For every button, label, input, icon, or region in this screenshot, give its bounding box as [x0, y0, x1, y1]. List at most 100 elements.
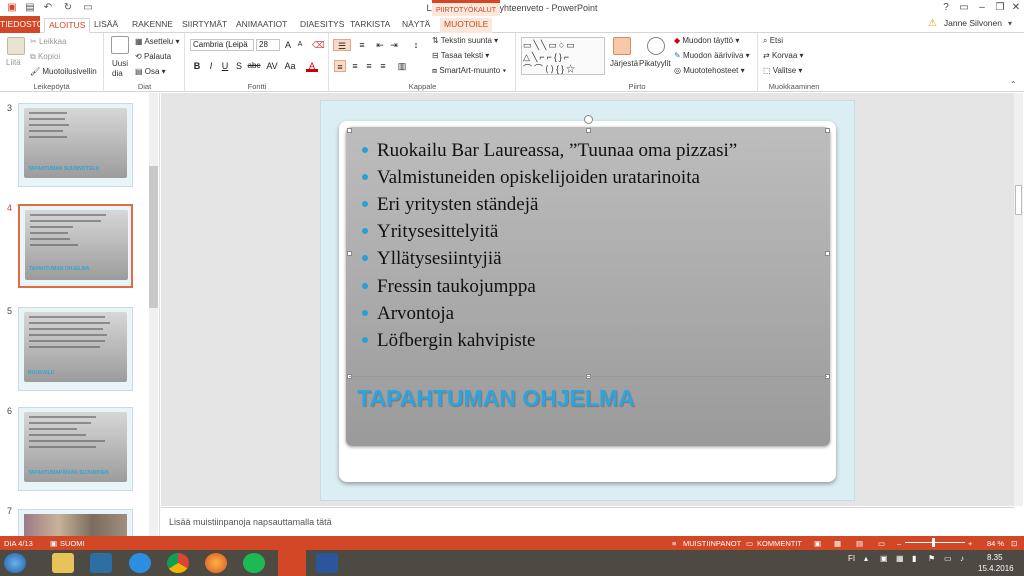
- close-button[interactable]: ✕: [1010, 2, 1022, 14]
- clock-time[interactable]: 8.35: [987, 553, 1003, 562]
- quick-styles-button[interactable]: Pikatyylit: [639, 59, 671, 68]
- font-size-dropdown[interactable]: 28: [256, 39, 280, 51]
- character-spacing-icon[interactable]: AV: [266, 60, 278, 72]
- quick-styles-icon[interactable]: [647, 37, 665, 55]
- thumbnails-scrollbar[interactable]: [149, 93, 158, 536]
- increase-indent-icon[interactable]: ⇥: [388, 39, 400, 51]
- numbering-icon[interactable]: ≡: [354, 39, 370, 51]
- tray-app-icon[interactable]: ▣: [880, 554, 888, 563]
- tab-insert[interactable]: LISÄÄ: [90, 18, 122, 33]
- keyboard-language[interactable]: FI: [848, 554, 855, 563]
- slide-title[interactable]: TAPAHTUMAN OHJELMA: [357, 385, 635, 412]
- change-case-icon[interactable]: Aa: [284, 60, 296, 72]
- comments-icon[interactable]: ▭: [746, 539, 753, 548]
- show-hidden-icons-icon[interactable]: ▴: [864, 554, 868, 563]
- canvas-scrollbar[interactable]: [1014, 93, 1023, 506]
- columns-icon[interactable]: ▥: [394, 60, 410, 72]
- slide-sorter-icon[interactable]: ▦: [834, 539, 841, 548]
- slide-thumbnail-4[interactable]: TAPAHTUMAN OHJELMA: [18, 204, 133, 288]
- decrease-indent-icon[interactable]: ⇤: [374, 39, 386, 51]
- normal-view-icon[interactable]: ▣: [814, 539, 821, 548]
- bullet-item[interactable]: Valmistuneiden opiskelijoiden uratarinoi…: [362, 167, 700, 189]
- italic-button[interactable]: I: [205, 60, 217, 72]
- bullet-item[interactable]: Yritysesittelyitä: [362, 221, 498, 243]
- shapes-gallery[interactable]: ▭╲╲▭○▭ △╲⌐⌐{}⌐ ⌒⌒⟨⟩{}☆: [521, 37, 605, 75]
- increase-font-icon[interactable]: A: [282, 39, 294, 51]
- resize-handle[interactable]: [347, 128, 352, 133]
- restore-button[interactable]: ❐: [994, 2, 1006, 14]
- reset-button[interactable]: ⟲ Palauta: [135, 52, 171, 61]
- bullets-icon[interactable]: ☰: [333, 39, 351, 51]
- chrome-icon[interactable]: [167, 553, 189, 573]
- bullet-item[interactable]: Eri yritysten ständejä: [362, 194, 538, 216]
- text-direction-button[interactable]: ⇅ Tekstin suunta ▾: [432, 36, 498, 45]
- language-indicator[interactable]: SUOMI: [60, 539, 85, 548]
- zoom-in-icon[interactable]: +: [968, 539, 972, 548]
- canvas-scroll-thumb[interactable]: [1015, 185, 1022, 215]
- help-button[interactable]: ?: [940, 2, 952, 14]
- bullet-item[interactable]: Ruokailu Bar Laureassa, ”Tuunaa oma pizz…: [362, 140, 737, 162]
- new-slide-dropdown[interactable]: dia: [112, 69, 123, 78]
- shape-outline-button[interactable]: ✎ Muodon ääriviiva ▾: [674, 51, 750, 60]
- new-slide-button[interactable]: Uusi: [112, 59, 128, 68]
- powerpoint-taskbar-icon[interactable]: [278, 550, 306, 576]
- notes-toggle-icon[interactable]: ≡: [672, 539, 676, 548]
- section-button[interactable]: ▤ Osa ▾: [135, 67, 166, 76]
- paste-button[interactable]: Liitä: [6, 58, 21, 67]
- minimize-button[interactable]: –: [976, 2, 988, 14]
- underline-button[interactable]: U: [219, 60, 231, 72]
- tray-window-icon[interactable]: ▦: [896, 554, 904, 563]
- notes-pane[interactable]: Lisää muistiinpanoja napsauttamalla tätä: [161, 507, 1014, 536]
- copy-button[interactable]: ⧉ Kopioi: [30, 52, 60, 62]
- line-spacing-icon[interactable]: ↕: [408, 39, 424, 51]
- arrange-icon[interactable]: [613, 37, 631, 55]
- tab-animations[interactable]: ANIMAATIOT: [232, 18, 291, 33]
- flag-icon[interactable]: ⚑: [928, 554, 935, 563]
- media-player-icon[interactable]: [90, 553, 112, 573]
- slide-thumbnail-6[interactable]: TAPAHTUMAPÄIVÄN SUJUMINEN: [18, 407, 133, 491]
- fit-to-window-icon[interactable]: ⊡: [1011, 539, 1017, 548]
- replace-button[interactable]: ⇄ Korvaa ▾: [763, 51, 804, 60]
- spotify-icon[interactable]: [243, 553, 265, 573]
- clock-date[interactable]: 15.4.2016: [978, 564, 1014, 573]
- find-button[interactable]: ⌕ Etsi: [763, 36, 783, 46]
- thumbnails-scroll-thumb[interactable]: [149, 166, 158, 308]
- rotate-handle-icon[interactable]: [584, 115, 593, 124]
- tab-slideshow[interactable]: DIAESITYS: [296, 18, 348, 33]
- new-slide-icon[interactable]: [111, 36, 129, 54]
- tab-format[interactable]: MUOTOILE: [440, 18, 493, 33]
- start-button-icon[interactable]: [4, 553, 26, 573]
- format-painter-button[interactable]: 🖌 Muotoilusivellin: [30, 67, 97, 76]
- font-color-icon[interactable]: A: [306, 60, 318, 72]
- bullet-item[interactable]: Löfbergin kahvipiste: [362, 330, 535, 352]
- tab-view[interactable]: NÄYTÄ: [398, 18, 434, 33]
- comments-toggle[interactable]: KOMMENTIT: [757, 539, 802, 548]
- tab-review[interactable]: TARKISTA: [346, 18, 394, 33]
- bullet-item[interactable]: Yllätysesiintyjiä: [362, 248, 502, 270]
- resize-handle[interactable]: [825, 128, 830, 133]
- shape-fill-button[interactable]: ◆ Muodon täyttö ▾: [674, 36, 739, 45]
- decrease-font-icon[interactable]: A: [294, 39, 306, 51]
- slideshow-view-icon[interactable]: ▭: [878, 539, 885, 548]
- spellcheck-icon[interactable]: ▣: [50, 539, 57, 548]
- clear-formatting-icon[interactable]: ⌫: [312, 39, 325, 51]
- bullet-item[interactable]: Arvontoja: [362, 303, 454, 325]
- resize-handle[interactable]: [825, 251, 830, 256]
- arrange-button[interactable]: Järjestä: [610, 59, 638, 68]
- bullet-item[interactable]: Fressin taukojumppa: [362, 276, 536, 298]
- zoom-out-icon[interactable]: –: [897, 539, 901, 548]
- word-taskbar-icon[interactable]: [316, 553, 338, 573]
- layout-button[interactable]: ▦ Asettelu ▾: [135, 37, 180, 46]
- align-right-icon[interactable]: ≡: [363, 60, 375, 72]
- tab-file[interactable]: TIEDOSTO: [0, 16, 43, 33]
- tab-design[interactable]: RAKENNE: [128, 18, 177, 33]
- ribbon-display-options-icon[interactable]: ▭: [958, 2, 970, 14]
- font-name-dropdown[interactable]: Cambria (Leipä: [190, 39, 254, 51]
- internet-explorer-icon[interactable]: [129, 553, 151, 573]
- zoom-slider[interactable]: [905, 542, 965, 543]
- tab-home[interactable]: ALOITUS: [44, 18, 91, 33]
- power-icon[interactable]: ▭: [944, 554, 952, 563]
- collapse-ribbon-icon[interactable]: ⌃: [1010, 80, 1017, 89]
- notes-toggle[interactable]: MUISTIINPANOT: [683, 539, 741, 548]
- align-center-icon[interactable]: ≡: [349, 60, 361, 72]
